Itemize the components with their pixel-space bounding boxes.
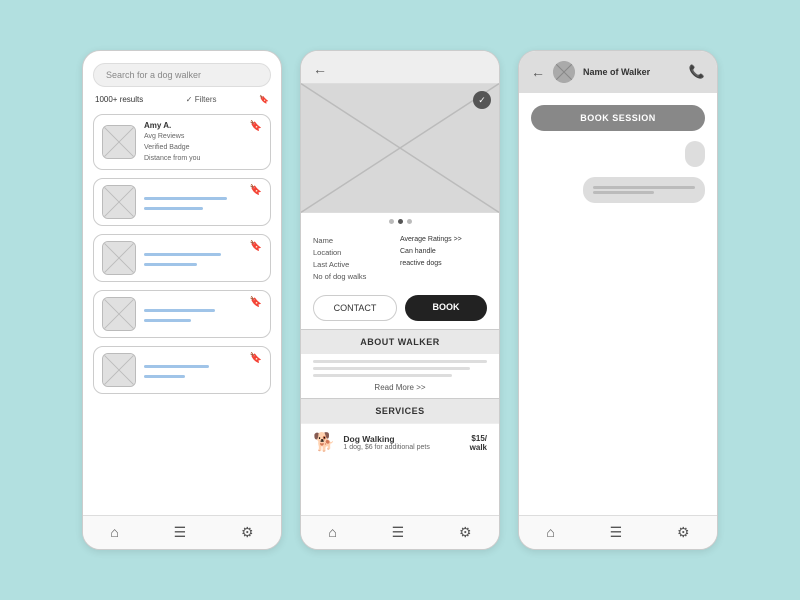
- about-lines: [301, 354, 499, 379]
- walker-card-3[interactable]: 🔖: [93, 234, 271, 282]
- phone-search-list: Search for a dog walker 1000+ results ✓ …: [82, 50, 282, 550]
- bottom-nav-2: ⌂ ☰ ⚙: [301, 515, 499, 549]
- service-desc: 1 dog, $6 for additional pets: [343, 444, 461, 451]
- verified-badge: ✓: [473, 91, 491, 109]
- phone-chat-session: ← Name of Walker 📞 BOOK SESSION ⌂ ☰ ⚙: [518, 50, 718, 550]
- last-active-label: Last Active: [313, 260, 400, 269]
- image-dots: [301, 213, 499, 230]
- phone-walker-profile: ← ✓ Name Average Ratings >> Location Can…: [300, 50, 500, 550]
- name-label: Name: [313, 236, 400, 245]
- results-row: 1000+ results ✓ Filters 🔖: [83, 93, 281, 110]
- reactive-label: reactive dogs: [400, 260, 487, 269]
- dot-1: [389, 219, 394, 224]
- walker-card-5[interactable]: 🔖: [93, 346, 271, 394]
- avatar-1: [102, 125, 136, 159]
- bookmark-icon[interactable]: 🔖: [259, 95, 269, 104]
- bookmark-walker-4[interactable]: 🔖: [250, 297, 262, 308]
- about-line-1: [313, 360, 487, 363]
- services-header: SERVICES: [301, 398, 499, 423]
- price-value: $15/: [471, 434, 487, 443]
- settings-icon-3[interactable]: ⚙: [677, 524, 690, 541]
- walker-badge-1: Verified Badge: [144, 143, 262, 152]
- service-info: Dog Walking 1 dog, $6 for additional pet…: [343, 434, 461, 451]
- walker-reviews-1: Avg Reviews: [144, 132, 262, 141]
- bubble-line-4: [593, 191, 654, 194]
- no-walks-label: No of dog walks: [313, 272, 400, 281]
- chat-area: BOOK SESSION: [519, 93, 717, 515]
- service-item-dog-walking[interactable]: 🐕 Dog Walking 1 dog, $6 for additional p…: [301, 423, 499, 461]
- bookmark-walker-2[interactable]: 🔖: [250, 185, 262, 196]
- bottom-nav-1: ⌂ ☰ ⚙: [83, 515, 281, 549]
- location-label: Location: [313, 248, 400, 257]
- no-walks-value: [400, 272, 487, 281]
- about-walker-header: ABOUT WALKER: [301, 329, 499, 354]
- profile-image: ✓: [301, 83, 499, 213]
- home-icon-1[interactable]: ⌂: [110, 524, 118, 541]
- walker-card-1[interactable]: Amy A. Avg Reviews Verified Badge Distan…: [93, 114, 271, 170]
- chat-bubble-1: [685, 141, 705, 167]
- settings-icon-2[interactable]: ⚙: [459, 524, 472, 541]
- service-name: Dog Walking: [343, 434, 461, 444]
- filter-button[interactable]: ✓ Filters: [186, 95, 217, 104]
- avatar-2: [102, 185, 136, 219]
- read-more-link[interactable]: Read More >>: [301, 379, 499, 398]
- profile-top-bar: ←: [301, 51, 499, 83]
- book-session-button[interactable]: BOOK SESSION: [531, 105, 705, 131]
- home-icon-3[interactable]: ⌂: [546, 524, 554, 541]
- book-button[interactable]: BOOK: [405, 295, 487, 321]
- can-handle-label: Can handle: [400, 248, 487, 257]
- bottom-nav-3: ⌂ ☰ ⚙: [519, 515, 717, 549]
- about-line-2: [313, 367, 470, 370]
- search-bar[interactable]: Search for a dog walker: [93, 63, 271, 87]
- chat-top-bar: ← Name of Walker 📞: [519, 51, 717, 93]
- walker-info-3: [144, 251, 262, 266]
- chat-bubble-2: [583, 177, 705, 203]
- about-line-3: [313, 374, 452, 377]
- walker-info-1: Amy A. Avg Reviews Verified Badge Distan…: [144, 121, 262, 163]
- walker-card-4[interactable]: 🔖: [93, 290, 271, 338]
- walker-info-4: [144, 307, 262, 322]
- walker-info-2: [144, 195, 262, 210]
- walker-name-chat: Name of Walker: [583, 67, 681, 77]
- bubble-line-3: [593, 186, 695, 189]
- list-icon-2[interactable]: ☰: [392, 524, 405, 541]
- action-buttons: CONTACT BOOK: [301, 287, 499, 329]
- avatar-3: [102, 241, 136, 275]
- home-icon-2[interactable]: ⌂: [328, 524, 336, 541]
- phone-call-icon[interactable]: 📞: [689, 64, 705, 80]
- price-unit: walk: [470, 443, 487, 452]
- contact-button[interactable]: CONTACT: [313, 295, 397, 321]
- service-price: $15/ walk: [470, 434, 487, 452]
- avg-ratings-label: Average Ratings >>: [400, 236, 487, 245]
- walker-avatar-chat: [553, 61, 575, 83]
- back-arrow-3[interactable]: ←: [531, 64, 545, 80]
- bookmark-walker-5[interactable]: 🔖: [250, 353, 262, 364]
- walker-card-2[interactable]: 🔖: [93, 178, 271, 226]
- walker-name-1: Amy A.: [144, 121, 262, 130]
- list-icon-3[interactable]: ☰: [610, 524, 623, 541]
- bookmark-walker-3[interactable]: 🔖: [250, 241, 262, 252]
- back-arrow-2[interactable]: ←: [313, 61, 327, 77]
- avatar-4: [102, 297, 136, 331]
- dog-walking-icon: 🐕: [313, 432, 335, 453]
- walker-distance-1: Distance from you: [144, 154, 262, 163]
- avatar-5: [102, 353, 136, 387]
- settings-icon-1[interactable]: ⚙: [241, 524, 254, 541]
- walker-info-5: [144, 363, 262, 378]
- list-icon-1[interactable]: ☰: [174, 524, 187, 541]
- dot-2: [398, 219, 403, 224]
- bookmark-walker-1[interactable]: 🔖: [250, 121, 262, 132]
- results-count: 1000+ results: [95, 95, 143, 104]
- profile-details: Name Average Ratings >> Location Can han…: [301, 230, 499, 287]
- dot-3: [407, 219, 412, 224]
